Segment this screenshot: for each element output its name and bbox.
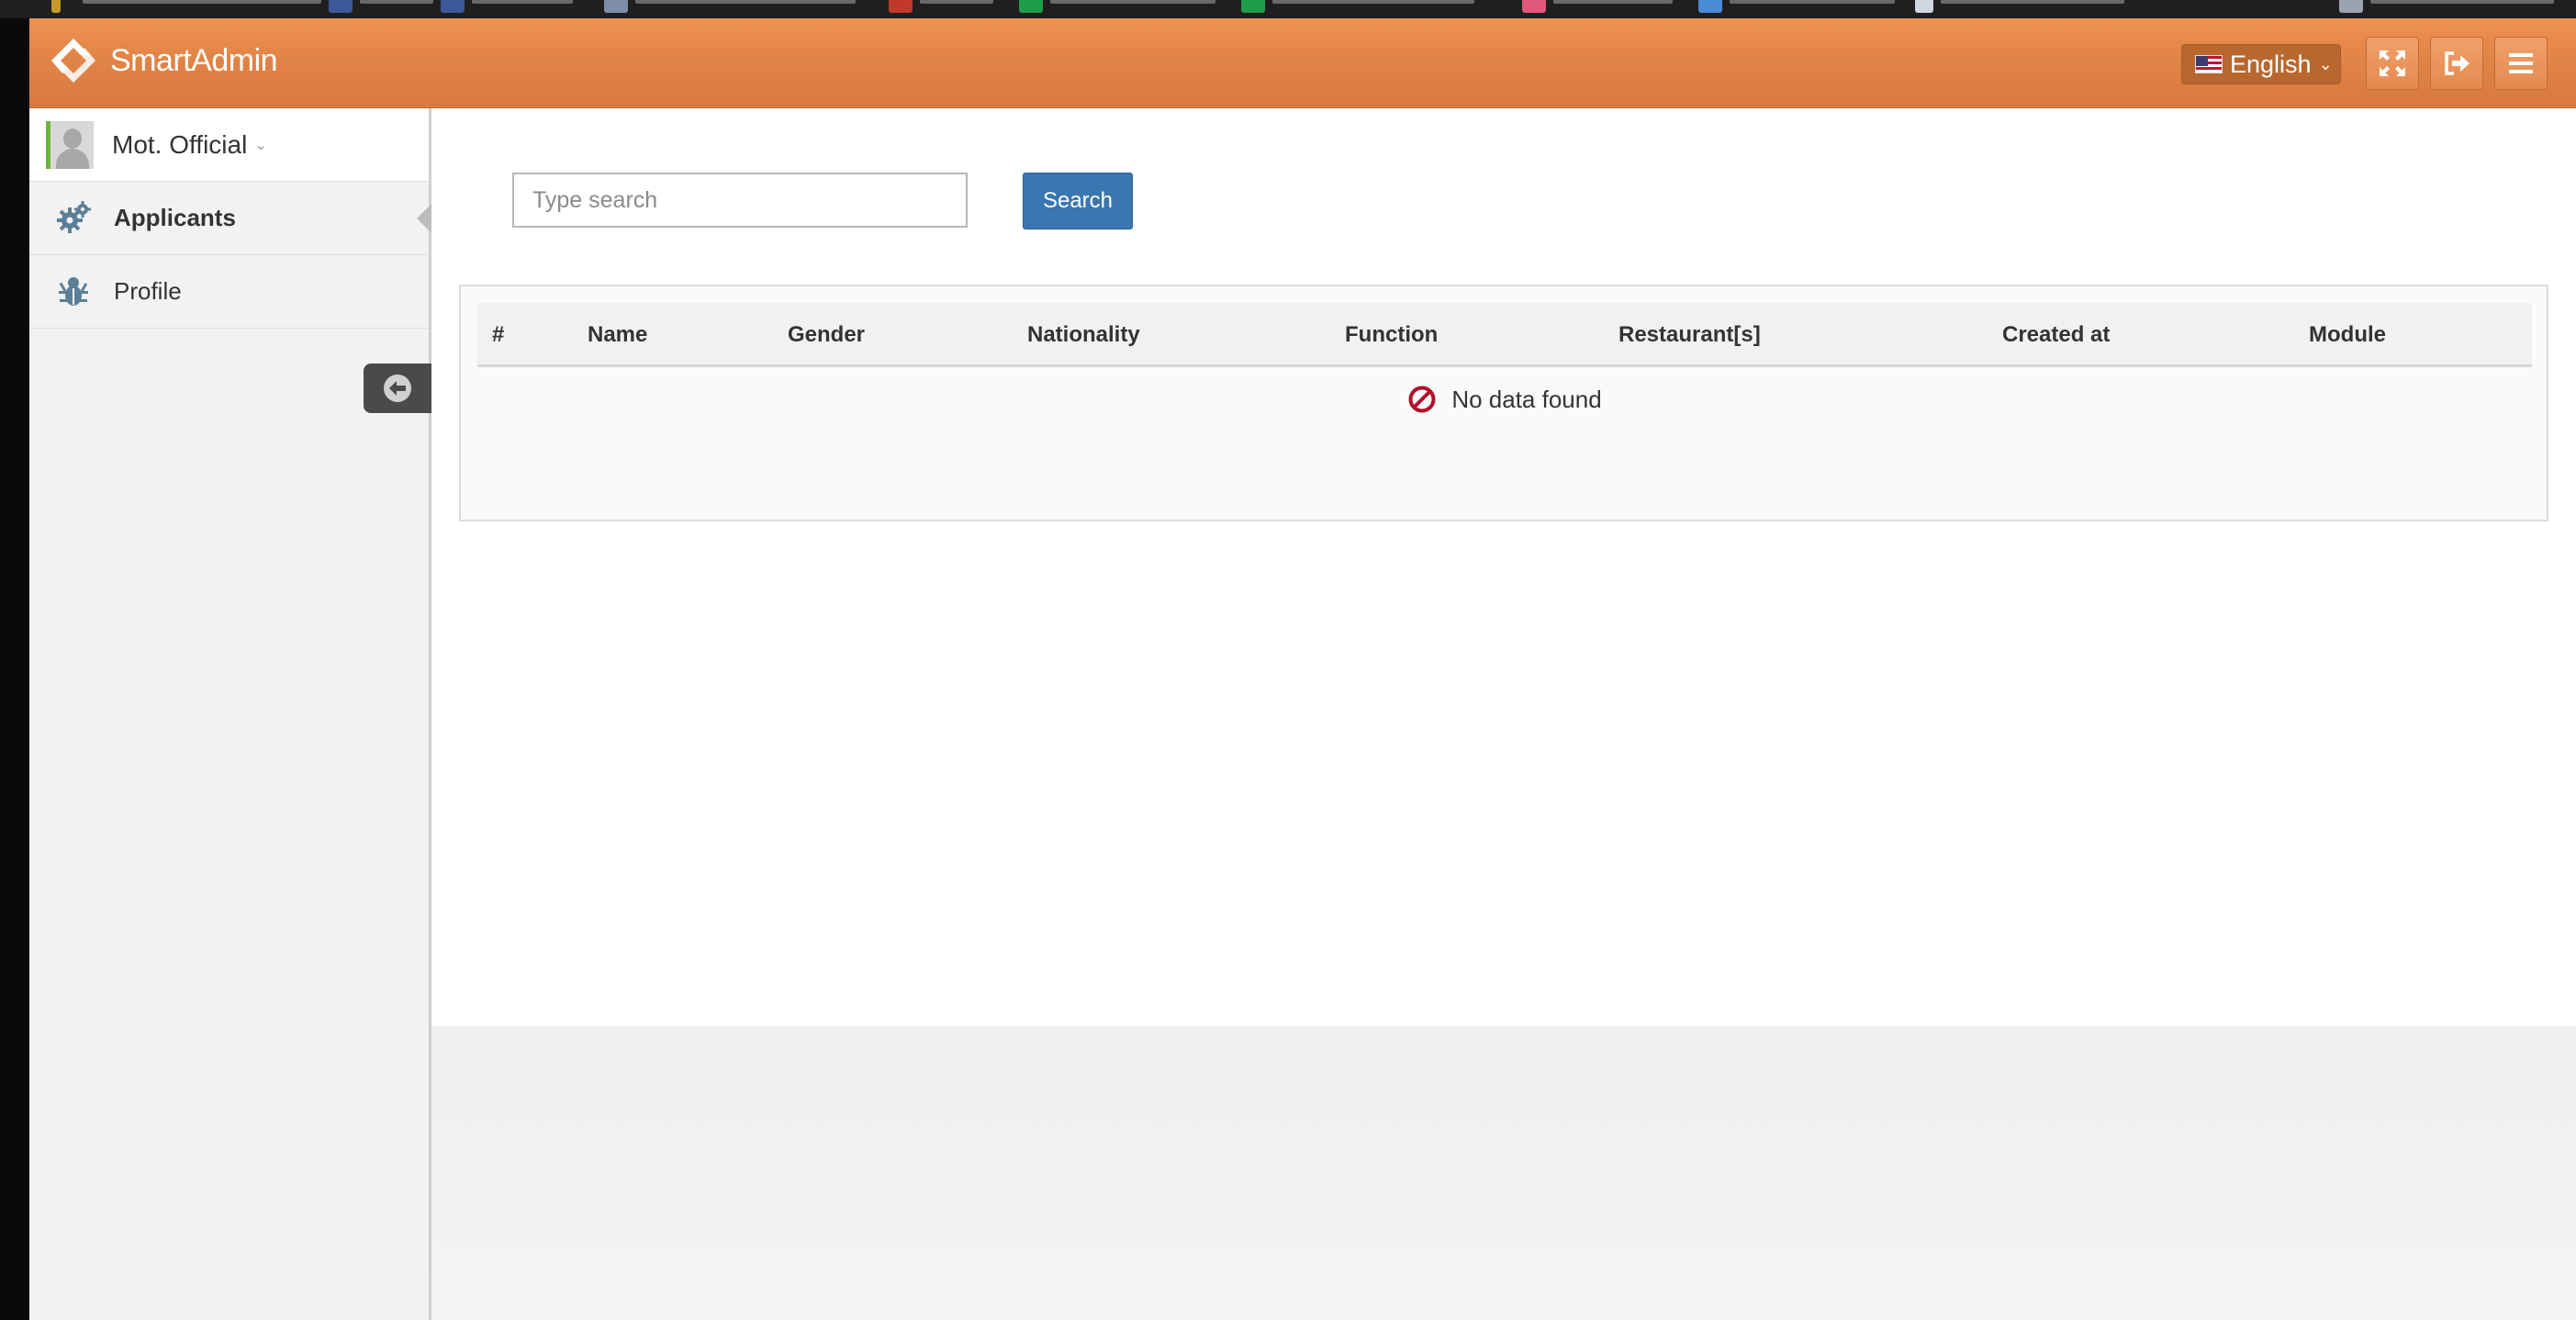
user-name: Mot. Official <box>112 129 248 159</box>
top-header: SmartAdmin English ⌄ <box>29 18 2576 108</box>
bookmark-item[interactable] <box>472 0 573 4</box>
avatar <box>46 120 94 169</box>
bookmark-item[interactable] <box>1941 0 2124 4</box>
bookmark-icon <box>1698 0 1722 13</box>
main-content: Search # Name Gender Nationality Functio… <box>431 108 2576 1063</box>
bug-icon <box>53 272 94 312</box>
bookmark-item[interactable] <box>920 0 993 4</box>
logout-button[interactable] <box>2430 37 2483 90</box>
fullscreen-button[interactable] <box>2366 37 2419 90</box>
app-window: SmartAdmin English ⌄ Mot. Official ⌄ App… <box>29 18 2576 1320</box>
search-button[interactable]: Search <box>1023 173 1133 229</box>
bookmark-icon <box>1915 0 1933 13</box>
bookmark-item[interactable] <box>83 0 321 4</box>
bookmark-item[interactable] <box>1050 0 1215 4</box>
arrow-circle-left-icon <box>384 375 411 402</box>
language-selector[interactable]: English ⌄ <box>2181 44 2341 84</box>
column-header-gender[interactable]: Gender <box>788 303 865 367</box>
bookmark-icon <box>604 0 628 13</box>
column-header-restaurants[interactable]: Restaurant[s] <box>1618 303 1761 367</box>
gears-icon <box>53 198 94 239</box>
sign-out-icon <box>2445 51 2470 75</box>
bookmark-item[interactable] <box>2370 0 2554 4</box>
sidebar-collapse-button[interactable] <box>364 364 431 413</box>
table-empty-row: No data found <box>477 367 2532 431</box>
us-flag-icon <box>2195 55 2223 73</box>
chevron-down-icon: ⌄ <box>254 137 267 153</box>
column-header-module[interactable]: Module <box>2309 303 2386 367</box>
sidebar-item-label: Profile <box>114 277 182 305</box>
chevron-down-icon: ⌄ <box>2318 54 2333 73</box>
bookmark-item[interactable] <box>1272 0 1474 4</box>
bookmark-icon <box>889 0 913 13</box>
browser-bookmarks-bar <box>0 0 2576 18</box>
empty-message: No data found <box>1451 385 1602 413</box>
screen: SmartAdmin English ⌄ Mot. Official ⌄ App… <box>0 0 2576 1320</box>
sidebar-item-profile[interactable]: Profile <box>29 255 429 329</box>
search-input[interactable] <box>512 173 968 228</box>
hamburger-icon <box>2509 53 2533 73</box>
facebook-icon <box>329 0 353 13</box>
language-label: English <box>2230 50 2312 78</box>
bookmark-item[interactable] <box>635 0 856 4</box>
bookmark-item[interactable] <box>1730 0 1895 4</box>
menu-button[interactable] <box>2494 37 2548 90</box>
sidebar-item-label: Applicants <box>114 204 236 231</box>
expand-icon <box>2380 50 2405 76</box>
column-header-function[interactable]: Function <box>1345 303 1438 367</box>
window-edge <box>0 18 29 1320</box>
page-footer-area <box>431 1026 2576 1320</box>
facebook-icon <box>441 0 465 13</box>
ban-icon <box>1408 386 1436 413</box>
left-sidebar: Mot. Official ⌄ Applicants Profile <box>29 108 431 1320</box>
sheets-icon <box>1241 0 1265 13</box>
column-header-index[interactable]: # <box>492 303 504 367</box>
column-header-created-at[interactable]: Created at <box>2002 303 2110 367</box>
table-header: # Name Gender Nationality Function Resta… <box>477 303 2532 367</box>
app-logo[interactable]: SmartAdmin <box>48 33 278 88</box>
bookmark-item[interactable] <box>1553 0 1673 4</box>
sheets-icon <box>1019 0 1043 13</box>
apps-icon <box>51 0 61 13</box>
user-info[interactable]: Mot. Official ⌄ <box>29 108 429 182</box>
bookmark-item[interactable] <box>360 0 433 4</box>
smartadmin-logo-icon <box>51 39 95 83</box>
active-indicator <box>417 204 431 233</box>
bookmark-icon <box>2339 0 2363 13</box>
column-header-nationality[interactable]: Nationality <box>1027 303 1140 367</box>
app-name: SmartAdmin <box>110 42 278 78</box>
instagram-icon <box>1522 0 1546 13</box>
applicants-table: # Name Gender Nationality Function Resta… <box>459 285 2548 521</box>
sidebar-item-applicants[interactable]: Applicants <box>29 182 431 255</box>
column-header-name[interactable]: Name <box>588 303 647 367</box>
